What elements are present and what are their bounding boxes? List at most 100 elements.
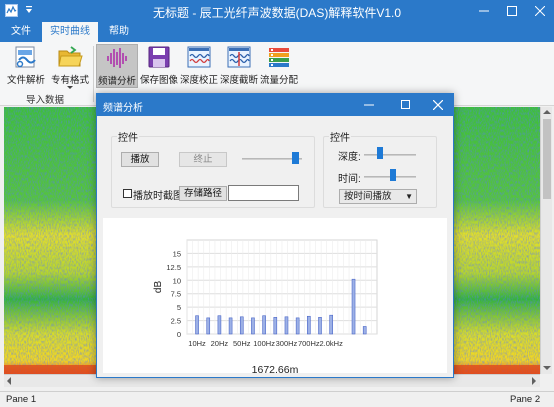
chevron-down-icon	[67, 86, 73, 89]
flow-allocation-label: 流量分配	[259, 75, 298, 86]
depth-cutoff-button[interactable]: 深度截断	[219, 44, 259, 88]
file-parse-icon	[15, 46, 36, 68]
x-tick-label: 50Hz	[233, 339, 251, 348]
spectrum-analysis-dialog: 频谱分析 控件 播放 终止 播放时截图 存储路径 控件 深度: 时间: 按时间播…	[96, 93, 454, 378]
dialog-minimize-button[interactable]	[355, 94, 383, 116]
dialog-maximize-button[interactable]	[392, 94, 420, 116]
x-tick-label: 300Hz	[276, 339, 298, 348]
screenshot-on-play-label: 播放时截图	[133, 191, 183, 202]
chart-panel: 0 2.5 5 7.5 10 12.5 15 10Hz 20Hz 50Hz 100Hz 300Hz 70…	[103, 218, 447, 376]
vertical-scroll-thumb[interactable]	[543, 119, 551, 199]
spectrum-bar	[362, 326, 367, 335]
close-icon	[433, 100, 443, 110]
playback-mode-value: 按时间播放	[344, 191, 392, 202]
spectrum-bar	[318, 317, 322, 335]
floppy-disk-icon	[148, 46, 170, 68]
minimize-button[interactable]	[470, 0, 498, 22]
ribbon-tab-bar: 文件 实时曲线 帮助	[0, 22, 554, 42]
playback-mode-select[interactable]: 按时间播放 ▼	[339, 189, 417, 204]
control-group-left-title: 控件	[117, 129, 139, 144]
tab-realtime-curve[interactable]: 实时曲线	[42, 22, 98, 42]
spectrum-bar	[206, 317, 211, 335]
spectrum-bar	[251, 317, 255, 335]
proprietary-format-label: 专有格式	[50, 75, 89, 86]
status-pane-right: Pane 2	[510, 394, 541, 405]
time-slider-thumb[interactable]	[390, 169, 396, 181]
depth-slider-track[interactable]	[364, 154, 416, 156]
folder-open-icon	[58, 46, 83, 67]
minimize-icon	[364, 104, 374, 106]
y-tick-label: 12.5	[166, 263, 181, 272]
save-path-button[interactable]: 存储路径	[179, 186, 227, 201]
file-parse-label: 文件解析	[6, 75, 45, 86]
tab-help[interactable]: 帮助	[100, 22, 138, 42]
title-bar: 无标题 - 辰工光纤声波数据(DAS)解释软件V1.0	[0, 0, 554, 22]
spectrum-bar	[273, 317, 278, 335]
minimize-icon	[479, 10, 489, 12]
stop-button[interactable]: 终止	[179, 152, 227, 167]
y-tick-label: 7.5	[171, 290, 181, 299]
dialog-title: 频谱分析	[103, 103, 143, 114]
save-image-button[interactable]: 保存图像	[139, 44, 179, 88]
x-tick-label: 20Hz	[211, 339, 229, 348]
proprietary-format-button[interactable]: 专有格式	[48, 44, 92, 89]
dialog-title-bar: 频谱分析	[97, 94, 453, 116]
screenshot-on-play-checkbox[interactable]	[123, 189, 132, 198]
x-tick-label: 10Hz	[188, 339, 206, 348]
depth-cut-icon	[227, 46, 251, 68]
status-pane-left: Pane 1	[6, 394, 37, 405]
file-parse-button[interactable]: 文件解析	[4, 44, 48, 88]
x-tick-label: 100Hz	[253, 339, 275, 348]
spectrum-analysis-label: 频谱分析	[97, 76, 136, 87]
flow-allocation-button[interactable]: 流量分配	[259, 44, 299, 88]
play-button[interactable]: 播放	[121, 152, 159, 167]
spectrum-bar	[262, 315, 266, 335]
control-group-right-title: 控件	[329, 129, 351, 144]
scroll-left-icon[interactable]	[6, 377, 12, 385]
depth-slider-thumb[interactable]	[377, 147, 383, 159]
depth-correction-button[interactable]: 深度校正	[179, 44, 219, 88]
group-separator	[93, 46, 94, 102]
save-path-input[interactable]	[228, 185, 299, 201]
spectrum-bar	[217, 315, 222, 335]
chevron-down-icon: ▼	[405, 192, 413, 201]
close-button[interactable]	[526, 0, 554, 22]
y-tick-label: 10	[173, 276, 181, 285]
y-tick-label: 15	[173, 249, 181, 258]
flow-bars-icon	[269, 48, 289, 67]
y-tick-label: 5	[177, 303, 181, 312]
save-image-label: 保存图像	[139, 75, 178, 86]
scroll-right-icon[interactable]	[531, 377, 537, 385]
maximize-icon	[401, 100, 410, 109]
maximize-button[interactable]	[498, 0, 526, 22]
x-tick-label: 700Hz	[298, 339, 320, 348]
spectrum-bar	[351, 278, 356, 335]
spectrum-bar	[329, 314, 333, 335]
scroll-down-icon[interactable]	[543, 365, 551, 371]
close-icon	[535, 6, 545, 16]
y-axis-label: dB	[153, 281, 164, 294]
dialog-close-button[interactable]	[424, 94, 452, 116]
depth-correction-label: 深度校正	[179, 75, 218, 86]
y-tick-label: 0	[177, 330, 181, 339]
time-label: 时间:	[338, 174, 361, 185]
tab-file[interactable]: 文件	[2, 22, 40, 42]
group-label-import: 导入数据	[26, 95, 65, 106]
y-tick-label: 2.5	[171, 317, 181, 326]
scroll-up-icon[interactable]	[543, 109, 551, 115]
spectrum-bar-chart: 0 2.5 5 7.5 10 12.5 15 10Hz 20Hz 50Hz 100Hz 300Hz 70…	[153, 239, 378, 348]
depth-readout: 1672.66m	[251, 364, 299, 376]
spectrum-bar	[295, 317, 300, 335]
spectrum-bar	[228, 317, 233, 335]
x-tick-label: 2.0kHz	[320, 339, 344, 348]
spectrum-bar	[195, 315, 199, 335]
spectrum-bar	[307, 315, 311, 335]
playback-slider-thumb[interactable]	[292, 152, 299, 164]
status-bar: Pane 1 Pane 2	[0, 391, 554, 407]
vertical-scrollbar[interactable]	[540, 107, 552, 374]
spectrum-bar	[239, 316, 244, 335]
depth-label: 深度:	[338, 152, 361, 163]
depth-cutoff-label: 深度截断	[219, 75, 258, 86]
spectrum-analysis-button[interactable]: 频谱分析	[96, 44, 138, 88]
spectrum-wave-icon	[107, 48, 127, 68]
